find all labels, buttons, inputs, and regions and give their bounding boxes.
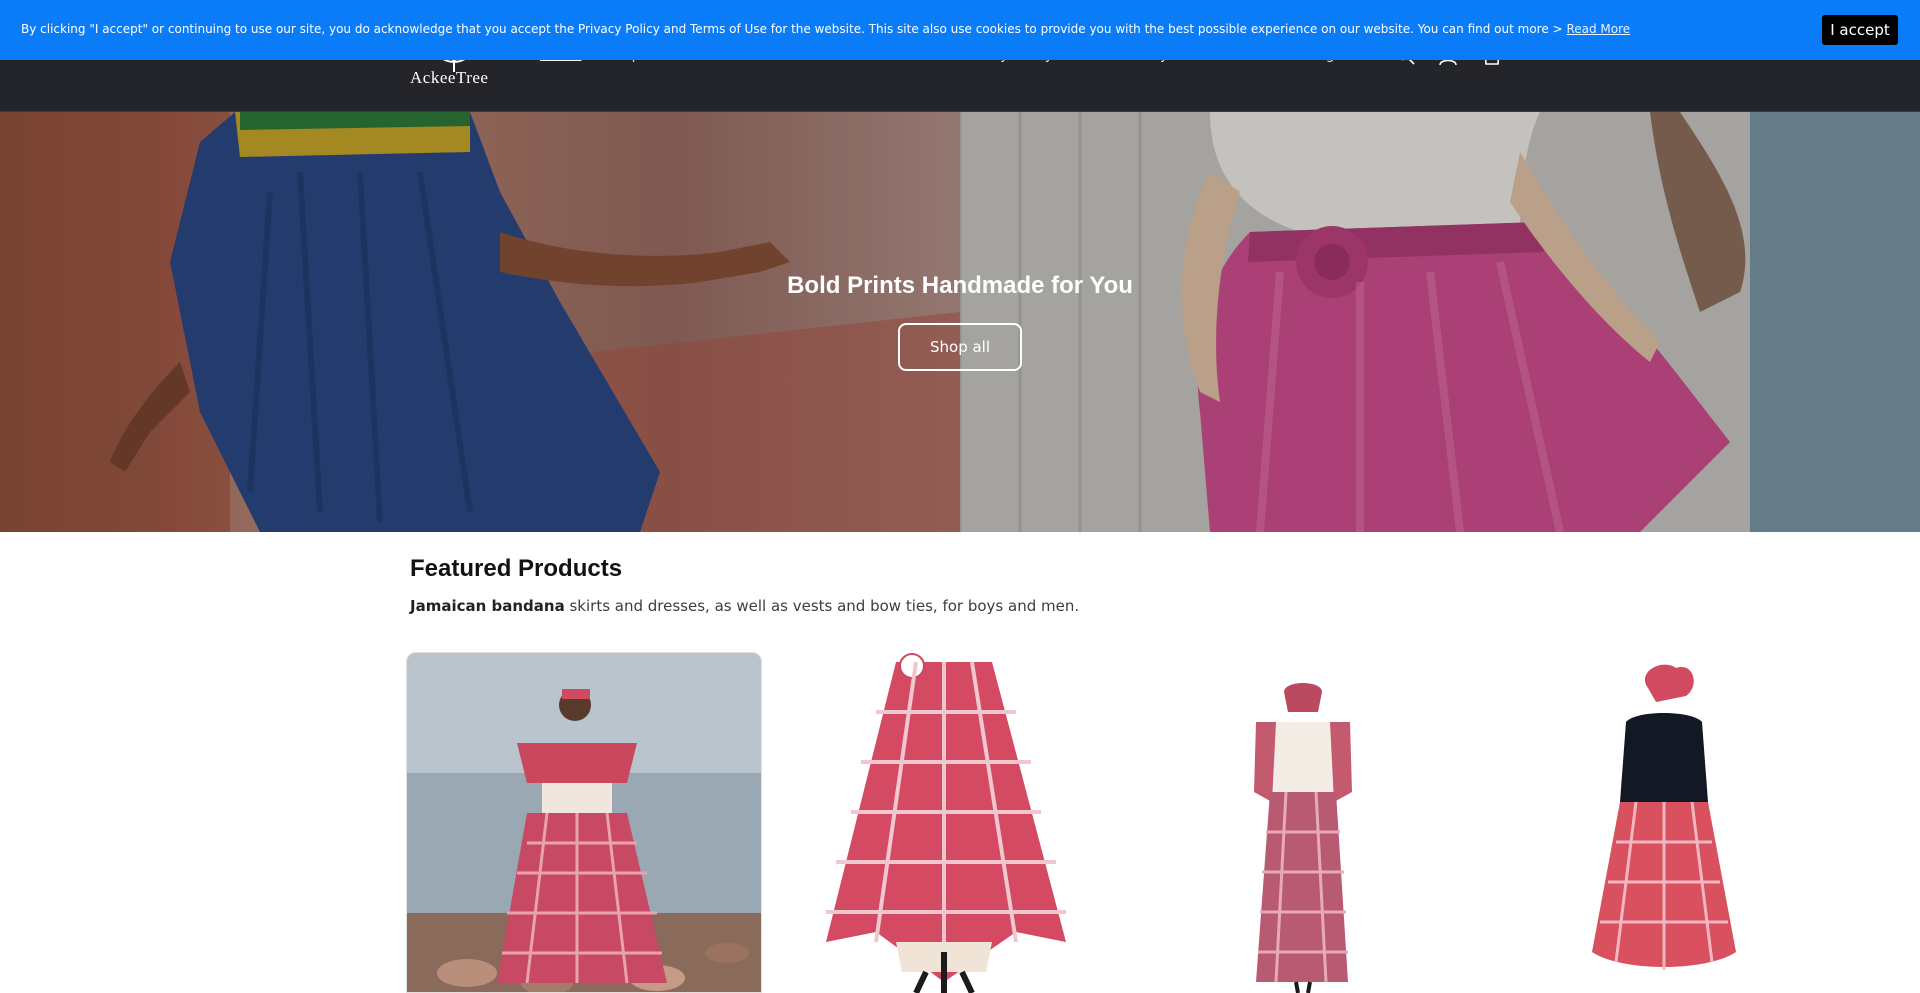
cookie-message: By clicking "I accept" or continuing to …: [21, 22, 1563, 36]
product-card-4[interactable]: [1486, 652, 1842, 993]
product-card-1[interactable]: [406, 652, 762, 993]
accept-cookies-button[interactable]: I accept: [1822, 15, 1898, 45]
hero-title: Bold Prints Handmade for You: [787, 272, 1133, 299]
featured-title: Featured Products: [410, 555, 623, 582]
product-card-3[interactable]: [1126, 652, 1482, 993]
product-card-2[interactable]: [766, 652, 1122, 993]
read-more-link[interactable]: Read More: [1566, 22, 1630, 36]
hero-banner: Bold Prints Handmade for You Shop all: [0, 112, 1920, 532]
logo-text: AckeeTree: [410, 68, 489, 87]
product-image-bandana-dress-mannequin: [1126, 652, 1482, 993]
cookie-banner: By clicking "I accept" or continuing to …: [0, 0, 1920, 60]
shop-all-button[interactable]: Shop all: [898, 323, 1022, 371]
featured-description-rest: skirts and dresses, as well as vests and…: [564, 597, 1080, 615]
cookie-text: By clicking "I accept" or continuing to …: [21, 22, 1630, 36]
hero-overlay: [0, 112, 1920, 532]
featured-description-bold: Jamaican bandana: [410, 597, 565, 615]
product-image-bandana-skirt-stand: [766, 652, 1122, 993]
product-image-bandana-skirt-dress-form: [1486, 652, 1842, 993]
featured-description: Jamaican bandana skirts and dresses, as …: [410, 597, 1079, 615]
product-image-woman-bandana-dress: [407, 653, 761, 992]
